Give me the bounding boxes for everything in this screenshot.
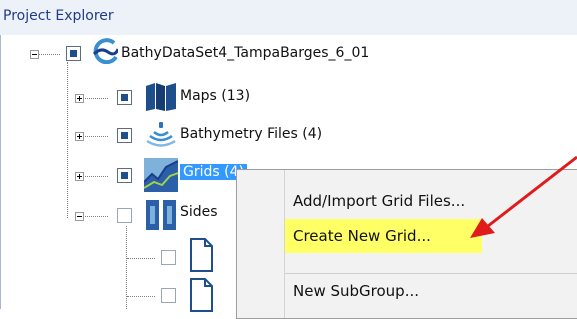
- annotation-arrow-icon: [470, 155, 577, 238]
